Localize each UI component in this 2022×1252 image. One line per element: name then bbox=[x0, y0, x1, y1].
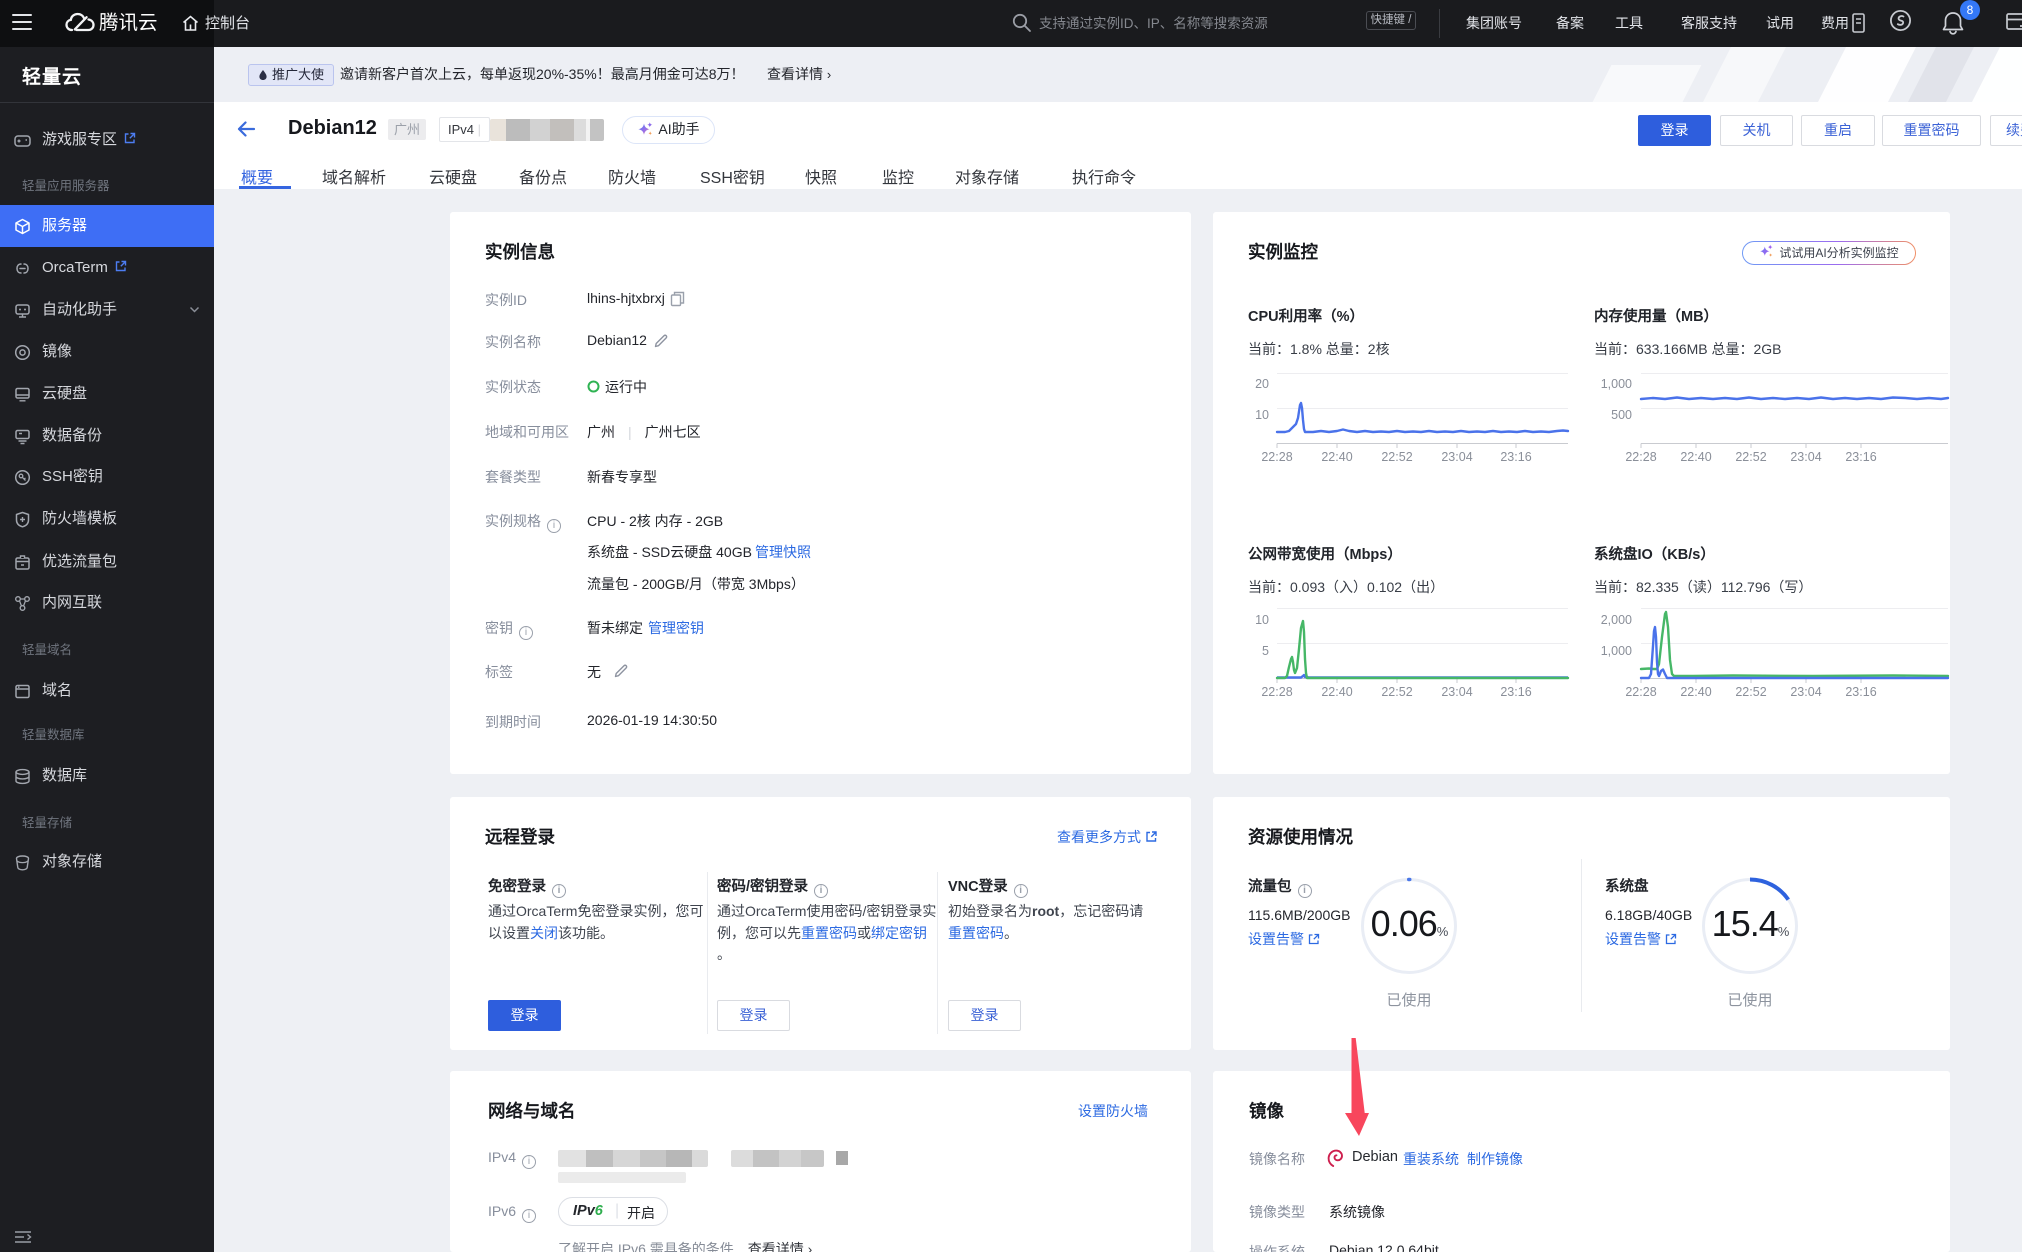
svg-text:22:28: 22:28 bbox=[1625, 450, 1656, 464]
svg-text:22:52: 22:52 bbox=[1381, 450, 1412, 464]
svg-text:5: 5 bbox=[1262, 644, 1269, 658]
svg-text:22:40: 22:40 bbox=[1321, 685, 1352, 699]
svg-text:20: 20 bbox=[1255, 377, 1269, 391]
svg-text:500: 500 bbox=[1611, 408, 1632, 422]
svg-text:22:52: 22:52 bbox=[1735, 685, 1766, 699]
svg-text:22:28: 22:28 bbox=[1261, 450, 1292, 464]
svg-text:23:04: 23:04 bbox=[1441, 450, 1472, 464]
svg-text:22:40: 22:40 bbox=[1680, 685, 1711, 699]
svg-text:23:16: 23:16 bbox=[1500, 450, 1531, 464]
svg-text:22:28: 22:28 bbox=[1261, 685, 1292, 699]
svg-text:23:04: 23:04 bbox=[1790, 685, 1821, 699]
svg-text:23:04: 23:04 bbox=[1790, 450, 1821, 464]
svg-text:22:52: 22:52 bbox=[1735, 450, 1766, 464]
svg-text:23:04: 23:04 bbox=[1441, 685, 1472, 699]
svg-text:1,000: 1,000 bbox=[1601, 644, 1632, 658]
svg-text:10: 10 bbox=[1255, 613, 1269, 627]
svg-text:10: 10 bbox=[1255, 408, 1269, 422]
svg-text:22:28: 22:28 bbox=[1625, 685, 1656, 699]
svg-text:1,000: 1,000 bbox=[1601, 377, 1632, 391]
svg-text:23:16: 23:16 bbox=[1845, 450, 1876, 464]
svg-text:23:16: 23:16 bbox=[1500, 685, 1531, 699]
svg-text:22:40: 22:40 bbox=[1321, 450, 1352, 464]
svg-text:2,000: 2,000 bbox=[1601, 613, 1632, 627]
svg-text:22:40: 22:40 bbox=[1680, 450, 1711, 464]
svg-text:23:16: 23:16 bbox=[1845, 685, 1876, 699]
svg-text:22:52: 22:52 bbox=[1381, 685, 1412, 699]
